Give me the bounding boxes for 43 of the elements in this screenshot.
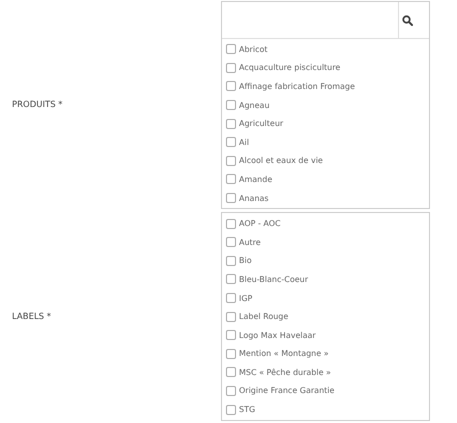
checkbox[interactable]	[226, 62, 236, 73]
checkbox[interactable]	[226, 118, 236, 129]
checkbox[interactable]	[226, 312, 236, 322]
option-label[interactable]: IGP	[239, 294, 252, 303]
option-label[interactable]: Ail	[239, 138, 249, 147]
checkbox[interactable]	[226, 137, 236, 148]
checkbox[interactable]	[226, 193, 236, 204]
option-label[interactable]: Amande	[239, 174, 272, 184]
option-label[interactable]: Autre	[239, 238, 261, 247]
option-label[interactable]: Logo Max Havelaar	[239, 330, 316, 340]
option-label[interactable]: Bleu-Blanc-Coeur	[239, 274, 308, 284]
option-label[interactable]: Bio	[239, 256, 252, 266]
option-label[interactable]: Ananas	[239, 194, 269, 203]
option-label[interactable]: Mention « Montagne »	[239, 349, 329, 358]
option-label[interactable]: Label Rouge	[239, 312, 288, 322]
option-label[interactable]: MSC « Pêche durable »	[239, 368, 331, 377]
checkbox[interactable]	[226, 156, 236, 166]
checkbox[interactable]	[226, 348, 236, 359]
checkbox[interactable]	[226, 404, 236, 415]
checkbox[interactable]	[226, 256, 236, 266]
option-label[interactable]: Abricot	[239, 44, 268, 54]
option-label[interactable]: Alcool et eaux de vie	[239, 156, 323, 166]
checkbox[interactable]	[226, 274, 236, 284]
checkbox[interactable]	[226, 174, 236, 184]
field-label: PRODUITS *	[11, 100, 64, 110]
option-label[interactable]: Affinage fabrication Fromage	[239, 82, 355, 91]
checkbox[interactable]	[226, 81, 236, 92]
checkbox[interactable]	[226, 330, 236, 340]
option-label[interactable]: Agriculteur	[239, 119, 284, 128]
option-label[interactable]: Agneau	[239, 100, 270, 110]
checkbox[interactable]	[226, 237, 236, 248]
search-icon[interactable]	[402, 14, 413, 26]
checkbox[interactable]	[226, 386, 236, 396]
checkbox[interactable]	[226, 218, 236, 229]
option-label[interactable]: Acquaculture pisciculture	[239, 63, 340, 72]
checkbox[interactable]	[226, 367, 236, 378]
field-label: LABELS *	[11, 312, 52, 322]
checkbox[interactable]	[226, 100, 236, 110]
option-label[interactable]: AOP - AOC	[239, 219, 281, 228]
option-label[interactable]: STG	[239, 405, 256, 414]
option-label[interactable]: Origine France Garantie	[239, 386, 334, 396]
checkbox[interactable]	[226, 293, 236, 304]
checkbox[interactable]	[226, 44, 236, 54]
